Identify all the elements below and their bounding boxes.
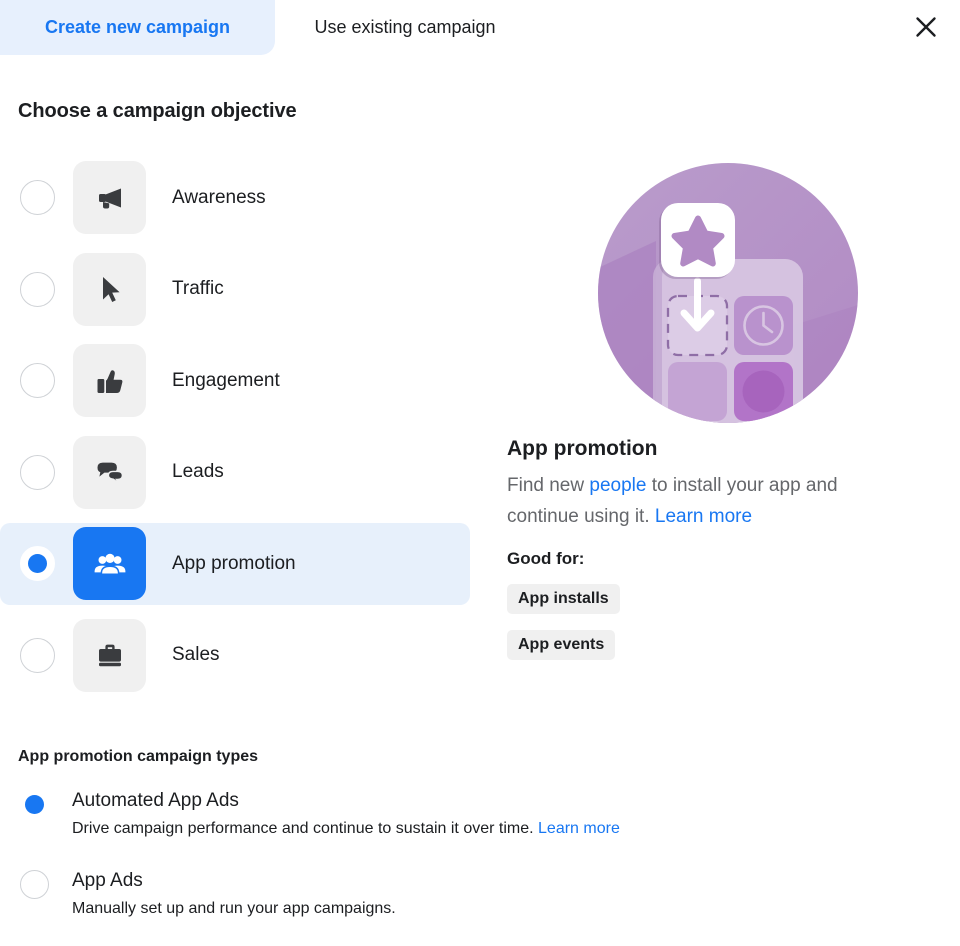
detail-description: Find new people to install your app and … (507, 470, 907, 532)
people-group-icon (73, 527, 146, 601)
campaign-type-description: Drive campaign performance and continue … (72, 818, 818, 840)
campaign-types-list: Automated App Ads Drive campaign perform… (18, 788, 818, 946)
close-icon[interactable] (903, 4, 949, 50)
objective-option-label: App promotion (172, 552, 296, 574)
campaign-type-desc-text: Drive campaign performance and continue … (72, 820, 539, 837)
learn-more-link[interactable]: Learn more (538, 820, 620, 837)
radio-sales[interactable] (20, 637, 55, 673)
speech-bubbles-icon (73, 435, 146, 509)
row-highlight (0, 432, 470, 514)
objective-option-label: Engagement (172, 369, 280, 391)
good-for-label: Good for: (507, 549, 585, 568)
tab-bar: Create new campaign Use existing campaig… (0, 0, 960, 56)
good-for-chip-app-installs: App installs (507, 584, 620, 614)
cursor-icon (73, 252, 146, 326)
radio-traffic[interactable] (20, 271, 55, 307)
tab-create-new-campaign-label: Create new campaign (44, 17, 231, 37)
campaign-types-title: App promotion campaign types (18, 748, 259, 765)
objective-option-traffic[interactable]: Traffic (0, 244, 480, 336)
objective-option-sales[interactable]: Sales (0, 610, 480, 702)
objective-option-label: Traffic (172, 278, 224, 300)
objective-option-label: Leads (172, 461, 224, 483)
row-highlight (0, 249, 470, 331)
learn-more-link[interactable]: Learn more (655, 506, 752, 527)
detail-title: App promotion (507, 437, 658, 460)
briefcase-icon (73, 618, 146, 692)
objective-option-leads[interactable]: Leads (0, 427, 480, 519)
thumbs-up-icon (73, 344, 146, 418)
app-install-illustration (598, 163, 858, 423)
tab-use-existing-campaign[interactable]: Use existing campaign (275, 0, 535, 55)
megaphone-icon (73, 161, 146, 235)
radio-app-ads[interactable] (20, 870, 49, 899)
campaign-type-label: Automated App Ads (72, 790, 239, 811)
tab-create-new-campaign[interactable]: Create new campaign (0, 0, 275, 55)
campaign-type-label: App Ads (72, 870, 143, 891)
objective-option-label: Awareness (172, 186, 266, 208)
radio-leads[interactable] (20, 454, 55, 490)
objective-option-app-promotion[interactable]: App promotion (0, 518, 480, 610)
objective-section-title: Choose a campaign objective (18, 100, 297, 122)
campaign-type-desc-text: Manually set up and run your app campaig… (72, 900, 396, 917)
people-link[interactable]: people (589, 475, 646, 496)
campaign-type-app-ads[interactable]: App Ads Manually set up and run your app… (18, 868, 818, 946)
row-highlight (0, 615, 470, 697)
objective-list: Awareness Traffic Engagement Leads App p… (0, 152, 480, 701)
tab-use-existing-campaign-label: Use existing campaign (314, 17, 496, 37)
campaign-type-description: Manually set up and run your app campaig… (72, 898, 818, 920)
objective-option-engagement[interactable]: Engagement (0, 335, 480, 427)
campaign-objective-dialog: Create new campaign Use existing campaig… (0, 0, 960, 946)
objective-option-label: Sales (172, 644, 220, 666)
radio-automated-app-ads[interactable] (20, 790, 49, 819)
objective-detail-panel: App promotion Find new people to install… (507, 163, 927, 660)
good-for-chip-app-events: App events (507, 630, 616, 660)
detail-desc-part-1: Find new (507, 475, 590, 496)
objective-option-awareness[interactable]: Awareness (0, 152, 480, 244)
campaign-type-automated-app-ads[interactable]: Automated App Ads Drive campaign perform… (18, 788, 818, 868)
